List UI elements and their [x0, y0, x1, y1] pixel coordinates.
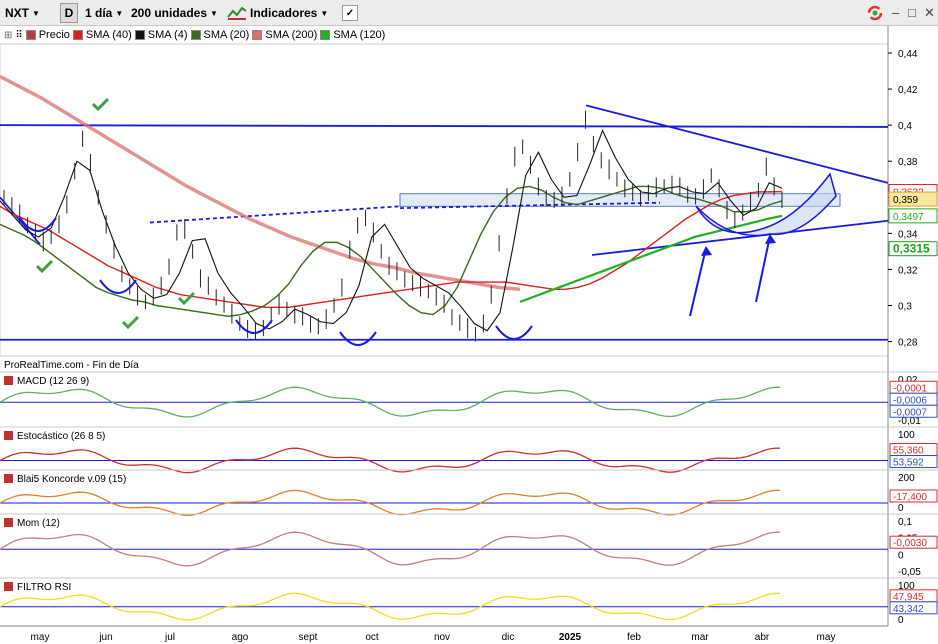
price-label: 0,3497	[893, 212, 924, 223]
x-tick-label: 2025	[559, 632, 582, 643]
y-tick-label: 0,44	[898, 49, 918, 60]
panel-value: -0,0007	[893, 407, 927, 418]
price-label: 0,3315	[893, 242, 930, 256]
panel-tick-label: -0,05	[898, 567, 921, 578]
panel-value: 55,360	[893, 446, 924, 457]
x-tick-label: mar	[691, 632, 709, 643]
x-tick-label: ago	[232, 632, 249, 643]
panel-title: Mom (12)	[17, 518, 60, 529]
x-tick-label: oct	[365, 632, 379, 643]
x-tick-label: sept	[299, 632, 318, 643]
panel-tick-label: 0	[898, 503, 904, 514]
y-tick-label: 0,3	[898, 302, 912, 313]
panel-icon	[4, 474, 13, 483]
panel-title: Blai5 Koncorde v.09 (15)	[17, 474, 126, 485]
panel-value: -17,400	[893, 492, 927, 503]
y-tick-label: 0,34	[898, 229, 918, 240]
x-tick-label: feb	[627, 632, 641, 643]
x-tick-label: nov	[434, 632, 450, 643]
panel-value: -0,0001	[893, 383, 927, 394]
price-label: 0,359	[893, 195, 918, 206]
panel-value: 47,945	[893, 592, 924, 603]
panel-icon	[4, 518, 13, 527]
source-note: ProRealTime.com - Fin de Día	[4, 360, 139, 371]
panel-value: 53,592	[893, 458, 924, 469]
x-tick-label: may	[817, 632, 836, 643]
panel-icon	[4, 376, 13, 385]
x-tick-label: jul	[164, 632, 175, 643]
panel-icon	[4, 431, 13, 440]
x-tick-label: dic	[502, 632, 515, 643]
x-tick-label: abr	[755, 632, 770, 643]
panel-value: -0,0030	[893, 538, 927, 549]
panel-tick-label: 200	[898, 473, 915, 484]
panel-tick-label: 0	[898, 550, 904, 561]
y-tick-label: 0,4	[898, 121, 912, 132]
panel-value: 43,342	[893, 604, 924, 615]
panel-value: -0,0006	[893, 395, 927, 406]
chart-area: 0,440,420,40,380,360,340,320,30,280,3632…	[0, 26, 938, 643]
panel-title: MACD (12 26 9)	[17, 376, 89, 387]
y-tick-label: 0,32	[898, 265, 918, 276]
y-tick-label: 0,28	[898, 338, 918, 349]
y-tick-label: 0,42	[898, 85, 918, 96]
panel-tick-label: 100	[898, 430, 915, 441]
panel-title: Estocástico (26 8 5)	[17, 431, 105, 442]
panel-title: FILTRO RSI	[17, 582, 71, 593]
y-tick-label: 0,38	[898, 157, 918, 168]
panel-icon	[4, 582, 13, 591]
panel-tick-label: 0,1	[898, 517, 912, 528]
x-tick-label: may	[31, 632, 50, 643]
panel-tick-label: 0	[898, 615, 904, 626]
x-tick-label: jun	[98, 632, 112, 643]
